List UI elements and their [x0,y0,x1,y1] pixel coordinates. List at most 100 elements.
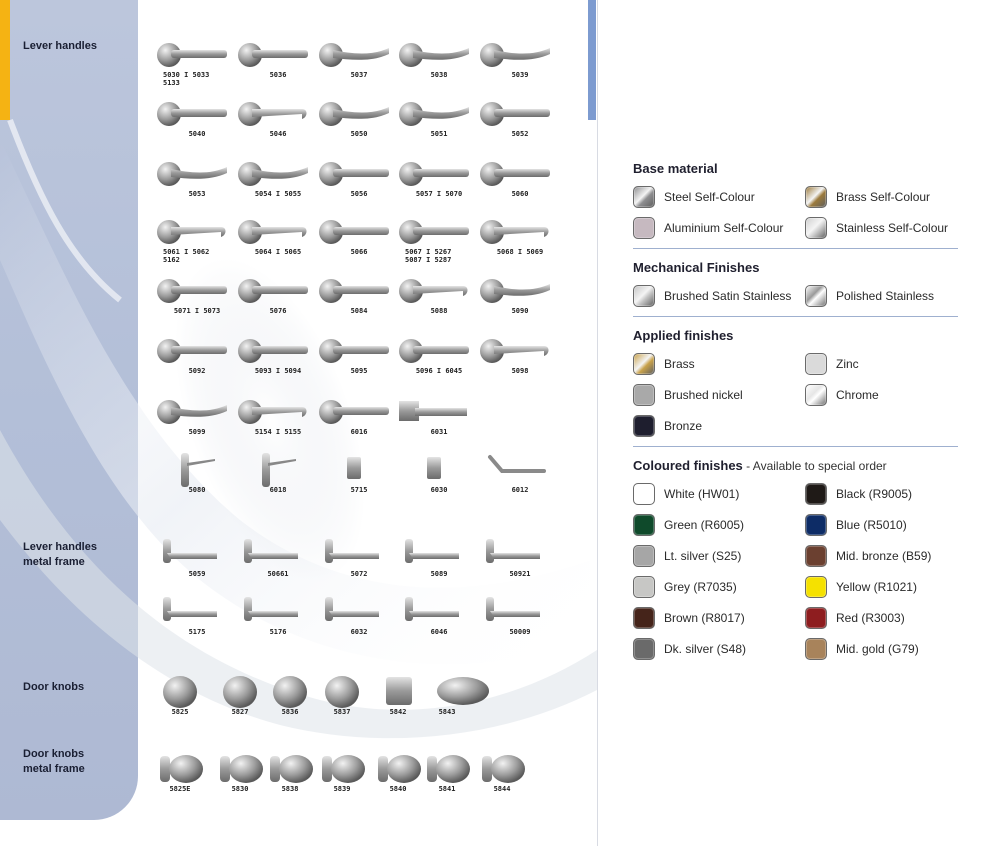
product-pull: 6012 [478,453,556,515]
metal-frame-lever-image [325,597,379,621]
product-code: 5715 [350,486,368,494]
lever-handle-image [399,279,468,303]
lever-handle-image [157,162,227,186]
finish-swatch [805,544,827,567]
product-lever: 5084 [317,274,395,336]
lever-handle-image [399,43,469,67]
product-lever: 5096 I 6045 [397,334,475,396]
finish-item: Brass Self-Colour [805,184,961,209]
finish-swatch [633,637,655,660]
finish-item: Bronze [633,413,805,438]
product-lever: 6031 [397,395,475,457]
finish-label: Brown (R8017) [664,610,745,625]
product-code: 5843 [438,708,456,716]
product-code: 5052 [511,130,529,138]
lever-handle-image [480,279,550,303]
product-code: 5099 [188,428,206,436]
finish-swatch [633,575,655,598]
finish-label: Chrome [836,387,879,402]
lever-handle-image [157,220,226,244]
product-code: 5076 [269,307,287,315]
metal-frame-lever-image [163,539,217,563]
finish-item: Stainless Self-Colour [805,215,961,240]
product-code: 5057 I 5070 [415,190,463,198]
product-code: 6018 [269,486,287,494]
product-code: 5088 [430,307,448,315]
base-material-section: Base material Steel Self-Colour Brass Sel… [633,160,961,240]
product-code: 5084 [350,307,368,315]
lever-handle-image [238,220,307,244]
finish-swatch [633,383,655,406]
finish-label: White (HW01) [664,486,740,501]
product-lever: 5154 I 5155 [236,395,314,457]
finish-label: Dk. silver (S48) [664,641,747,656]
base-material-grid: Steel Self-Colour Brass Self-Colour Alumin… [633,184,961,240]
lever-handle-image [262,453,296,487]
door-knob-image [437,677,489,705]
product-code: 5061 I 5062 5162 [163,248,210,264]
divider [633,248,958,249]
finish-label: Brushed nickel [664,387,743,402]
metal-frame-lever-image [405,597,459,621]
product-code: 5825E [169,785,191,793]
product-code: 5098 [511,367,529,375]
lever-handle-image [427,457,441,479]
finish-swatch [805,185,827,208]
product-code: 5056 [350,190,368,198]
product-code: 5095 [350,367,368,375]
finish-swatch [805,352,827,375]
product-knob: 5843 [425,675,503,737]
lever-handle-image [399,220,469,244]
product-lever: 5088 [397,274,475,336]
finish-swatch [633,482,655,505]
finish-item: Lt. silver (S25) [633,543,805,568]
divider [633,446,958,447]
finish-swatch [805,383,827,406]
product-code: 5154 I 5155 [254,428,302,436]
product-lever: 5066 [317,215,395,277]
mechanical-finishes-section: Mechanical Finishes Brushed Satin Stainl… [633,259,961,308]
product-lever: 6016 [317,395,395,457]
section-label-door-knobs: Door knobs [23,681,85,693]
lever-handle-image [319,400,389,424]
finish-item: Blue (R5010) [805,512,961,537]
product-code: 5039 [511,71,529,79]
finish-swatch [805,216,827,239]
product-lever: 5039 [478,38,556,100]
product-code: 5825 [171,708,189,716]
product-code: 5050 [350,130,368,138]
finish-label: Brushed Satin Stainless [664,288,792,303]
section-label-lever-handles: Lever handles [23,40,97,52]
product-code: 5064 I 5065 [254,248,302,256]
product-lever: 5037 [317,38,395,100]
product-code: 5054 I 5055 [254,190,302,198]
lever-handle-image [319,162,389,186]
product-code: 5037 [350,71,368,79]
product-code: 5030 I 5033 5133 [163,71,210,87]
product-code: 5072 [350,570,368,578]
product-lever: 5071 I 5073 [155,274,233,336]
finish-label: Lt. silver (S25) [664,548,742,563]
product-code: 6016 [350,428,368,436]
finish-item: Brown (R8017) [633,605,805,630]
product-code: 50009 [509,628,531,636]
product-frame: 5175 [155,595,233,657]
finish-legend: Base material Steel Self-Colour Brass Sel… [633,160,961,661]
coloured-finishes-title: Coloured finishes - Available to special… [633,457,961,475]
lever-handle-image [238,400,307,424]
lever-handle-image [399,102,469,126]
product-code: 5059 [188,570,206,578]
finish-item: Green (R6005) [633,512,805,537]
product-code: 5841 [438,785,456,793]
metal-frame-lever-image [325,539,379,563]
lever-handle-image [238,43,308,67]
finish-swatch [633,185,655,208]
finish-label: Mid. gold (G79) [836,641,919,656]
product-lever: 5092 [155,334,233,396]
product-code: 5844 [493,785,511,793]
product-code: 5067 I 5267 5087 I 5287 [405,248,452,264]
lever-handle-image [399,162,469,186]
finish-label: Stainless Self-Colour [836,220,949,235]
finish-item: Mid. bronze (B59) [805,543,961,568]
finish-item: Brushed nickel [633,382,805,407]
